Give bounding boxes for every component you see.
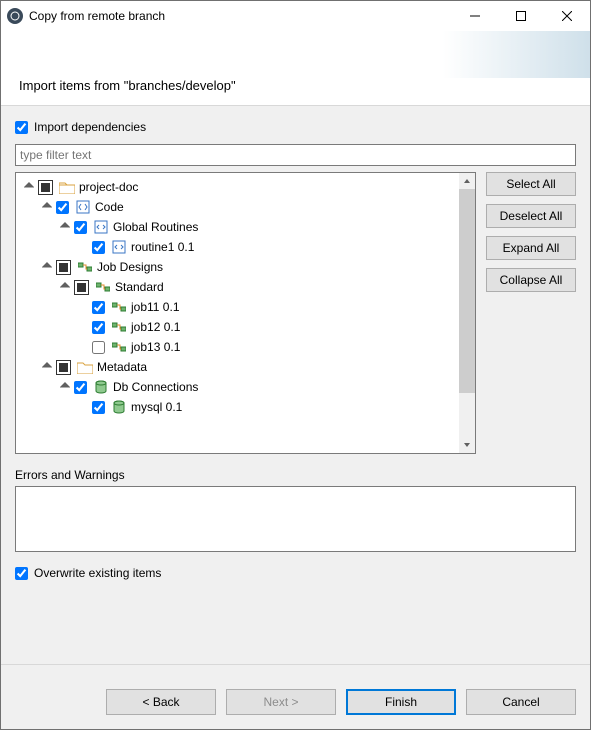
titlebar: Copy from remote branch [1, 1, 590, 31]
tree-checkbox[interactable] [74, 221, 87, 234]
tree-checkbox[interactable] [38, 180, 53, 195]
tree-item-label: Db Connections [113, 380, 198, 394]
window-title: Copy from remote branch [29, 9, 165, 23]
filter-input[interactable] [15, 144, 576, 166]
footer: < Back Next > Finish Cancel [1, 675, 590, 729]
tree-item-label: Global Routines [113, 220, 198, 234]
tree-item[interactable]: Code [20, 197, 459, 217]
code-grp-icon [75, 199, 91, 215]
tree-item[interactable]: Db Connections [20, 377, 459, 397]
dialog-body: Import dependencies project-doc Code Globa… [1, 105, 590, 675]
dialog-window: Copy from remote branch Import items fro… [0, 0, 591, 730]
tree-checkbox[interactable] [56, 360, 71, 375]
tree-item-label: mysql 0.1 [131, 400, 182, 414]
expand-all-button[interactable]: Expand All [486, 236, 576, 260]
tree-item[interactable]: Global Routines [20, 217, 459, 237]
tree-item-label: Metadata [97, 360, 147, 374]
tree-item[interactable]: Job Designs [20, 257, 459, 277]
tree-item-label: routine1 0.1 [131, 240, 194, 254]
tree-item[interactable]: project-doc [20, 177, 459, 197]
overwrite-checkbox[interactable] [15, 567, 28, 580]
code-icon [111, 239, 127, 255]
scroll-down-icon[interactable] [459, 437, 475, 453]
next-button[interactable]: Next > [226, 689, 336, 715]
tree-checkbox[interactable] [92, 241, 105, 254]
job-icon [111, 339, 127, 355]
scrollbar[interactable] [459, 173, 475, 453]
tree-checkbox[interactable] [92, 401, 105, 414]
tree-item[interactable]: routine1 0.1 [20, 237, 459, 257]
deselect-all-button[interactable]: Deselect All [486, 204, 576, 228]
tree[interactable]: project-doc Code Global Routines routine1 0… [16, 173, 459, 453]
tree-item[interactable]: Standard [20, 277, 459, 297]
separator [1, 664, 590, 665]
scroll-up-icon[interactable] [459, 173, 475, 189]
tree-checkbox[interactable] [74, 381, 87, 394]
tree-item-label: job12 0.1 [131, 320, 180, 334]
folder-icon [59, 179, 75, 195]
job-icon [111, 299, 127, 315]
tree-item-label: project-doc [79, 180, 138, 194]
cancel-button[interactable]: Cancel [466, 689, 576, 715]
close-button[interactable] [544, 1, 590, 31]
job-icon [111, 319, 127, 335]
maximize-button[interactable] [498, 1, 544, 31]
tree-checkbox[interactable] [92, 321, 105, 334]
import-dependencies-row[interactable]: Import dependencies [15, 120, 576, 134]
tree-checkbox[interactable] [56, 201, 69, 214]
collapse-icon[interactable] [40, 360, 54, 374]
collapse-icon[interactable] [40, 260, 54, 274]
side-buttons: Select All Deselect All Expand All Colla… [486, 172, 576, 454]
errors-label: Errors and Warnings [15, 468, 576, 482]
db-icon [111, 399, 127, 415]
tree-panel: project-doc Code Global Routines routine1 0… [15, 172, 476, 454]
tree-item[interactable]: job13 0.1 [20, 337, 459, 357]
minimize-button[interactable] [452, 1, 498, 31]
tree-checkbox[interactable] [56, 260, 71, 275]
tree-item-label: job11 0.1 [131, 300, 180, 314]
tree-item-label: Standard [115, 280, 164, 294]
overwrite-row[interactable]: Overwrite existing items [15, 566, 576, 580]
back-button[interactable]: < Back [106, 689, 216, 715]
tree-checkbox[interactable] [74, 280, 89, 295]
meta-icon [77, 359, 93, 375]
db-grp-icon [93, 379, 109, 395]
select-all-button[interactable]: Select All [486, 172, 576, 196]
collapse-icon[interactable] [40, 200, 54, 214]
collapse-icon[interactable] [58, 380, 72, 394]
finish-button[interactable]: Finish [346, 689, 456, 715]
scroll-thumb[interactable] [459, 189, 475, 393]
tree-checkbox[interactable] [92, 301, 105, 314]
collapse-icon[interactable] [22, 180, 36, 194]
errors-box [15, 486, 576, 552]
tree-item[interactable]: job11 0.1 [20, 297, 459, 317]
code-icon [93, 219, 109, 235]
tree-item[interactable]: Metadata [20, 357, 459, 377]
tree-item-label: Code [95, 200, 124, 214]
overwrite-label: Overwrite existing items [34, 566, 161, 580]
tree-item[interactable]: job12 0.1 [20, 317, 459, 337]
import-dependencies-label: Import dependencies [34, 120, 146, 134]
job-grp-icon [77, 259, 93, 275]
tree-item-label: job13 0.1 [131, 340, 180, 354]
app-icon [7, 8, 23, 24]
job-grp-icon [95, 279, 111, 295]
tree-item[interactable]: mysql 0.1 [20, 397, 459, 417]
header-subtitle: Import items from "branches/develop" [1, 78, 590, 105]
collapse-icon[interactable] [58, 280, 72, 294]
tree-checkbox[interactable] [92, 341, 105, 354]
banner [1, 31, 590, 78]
import-dependencies-checkbox[interactable] [15, 121, 28, 134]
tree-item-label: Job Designs [97, 260, 163, 274]
collapse-all-button[interactable]: Collapse All [486, 268, 576, 292]
collapse-icon[interactable] [58, 220, 72, 234]
